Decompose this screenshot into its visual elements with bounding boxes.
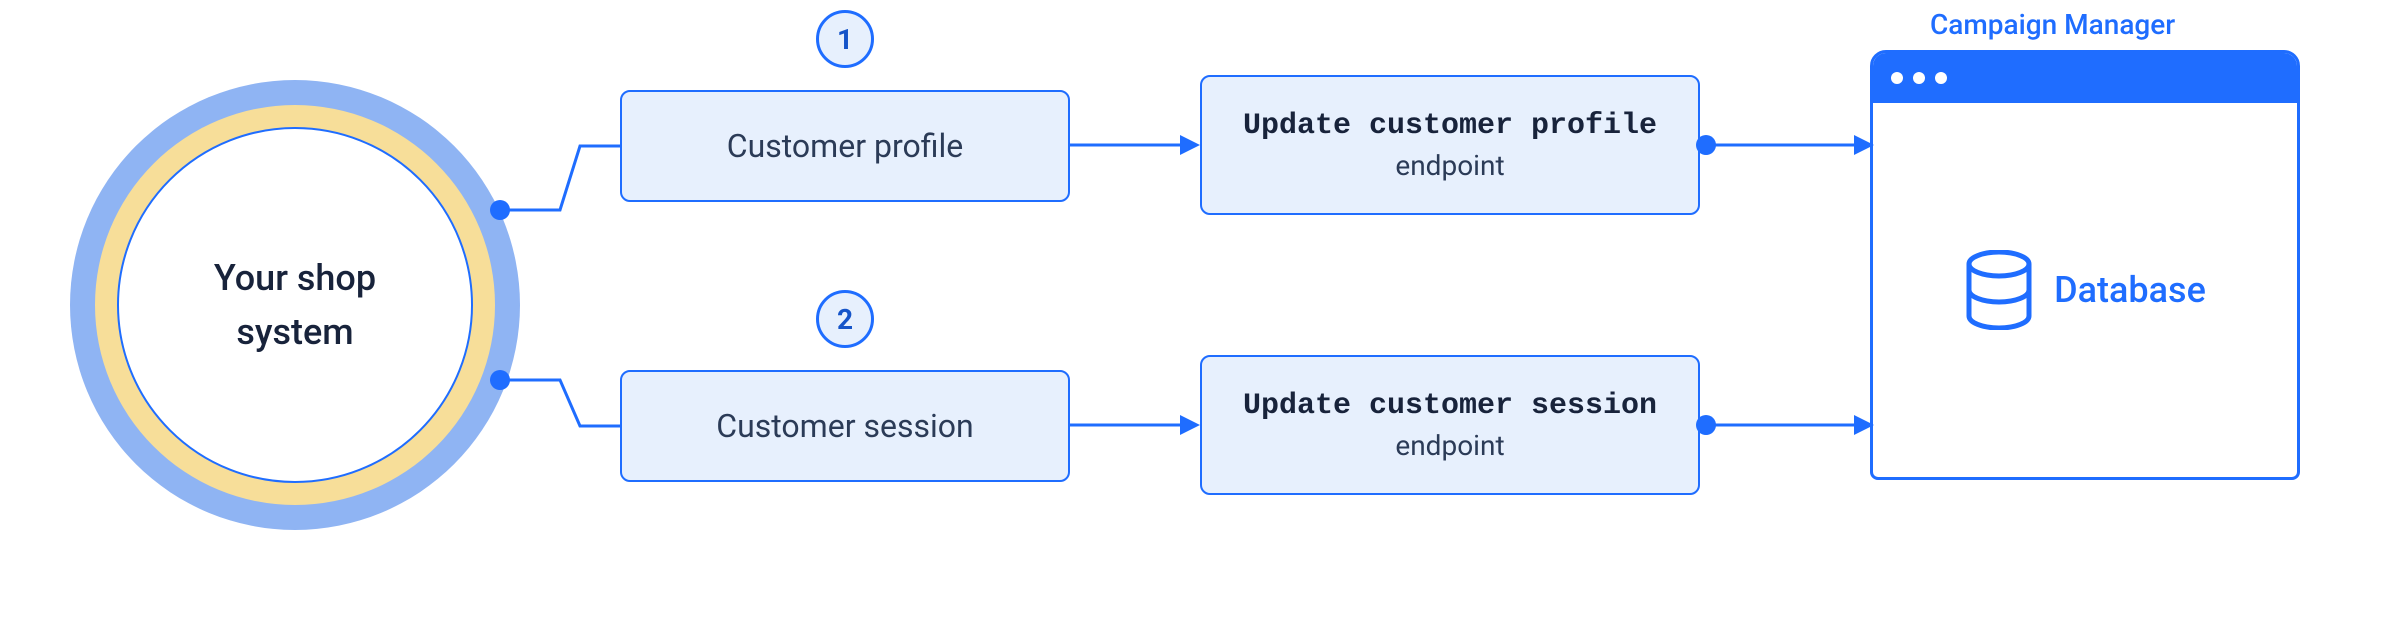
- campaign-manager-window: Database: [1870, 50, 2300, 480]
- box-label: Customer session: [716, 407, 973, 445]
- endpoint-sub: endpoint: [1395, 149, 1504, 182]
- connector-source-to-session: [490, 370, 630, 450]
- window-dot-icon: [1935, 72, 1947, 84]
- database-icon: [1964, 250, 2034, 330]
- box-customer-session: Customer session: [620, 370, 1070, 482]
- campaign-manager-title: Campaign Manager: [1930, 8, 2175, 41]
- endpoint-sub: endpoint: [1395, 429, 1504, 462]
- arrow-profile-to-endpoint: [1070, 130, 1200, 160]
- box-label: Customer profile: [727, 127, 963, 165]
- source-label-line1: Your shop: [214, 251, 376, 305]
- arrow-endpoint2-to-db: [1694, 410, 1874, 440]
- endpoint-title: Update customer profile: [1243, 109, 1657, 143]
- step-badge-1: 1: [816, 10, 874, 68]
- browser-titlebar: [1873, 53, 2297, 103]
- window-dot-icon: [1913, 72, 1925, 84]
- box-customer-profile: Customer profile: [620, 90, 1070, 202]
- source-node: Your shop system: [70, 80, 520, 530]
- endpoint-update-session: Update customer session endpoint: [1200, 355, 1700, 495]
- browser-body: Database: [1873, 103, 2297, 477]
- source-label-line2: system: [236, 305, 353, 359]
- step-badge-2: 2: [816, 290, 874, 348]
- arrow-session-to-endpoint: [1070, 410, 1200, 440]
- endpoint-update-profile: Update customer profile endpoint: [1200, 75, 1700, 215]
- endpoint-title: Update customer session: [1243, 389, 1657, 423]
- arrow-endpoint1-to-db: [1694, 130, 1874, 160]
- window-dot-icon: [1891, 72, 1903, 84]
- source-node-ring: Your shop system: [95, 105, 495, 505]
- source-node-inner: Your shop system: [117, 127, 473, 483]
- connector-source-to-profile: [490, 140, 630, 220]
- database-label: Database: [2054, 269, 2206, 311]
